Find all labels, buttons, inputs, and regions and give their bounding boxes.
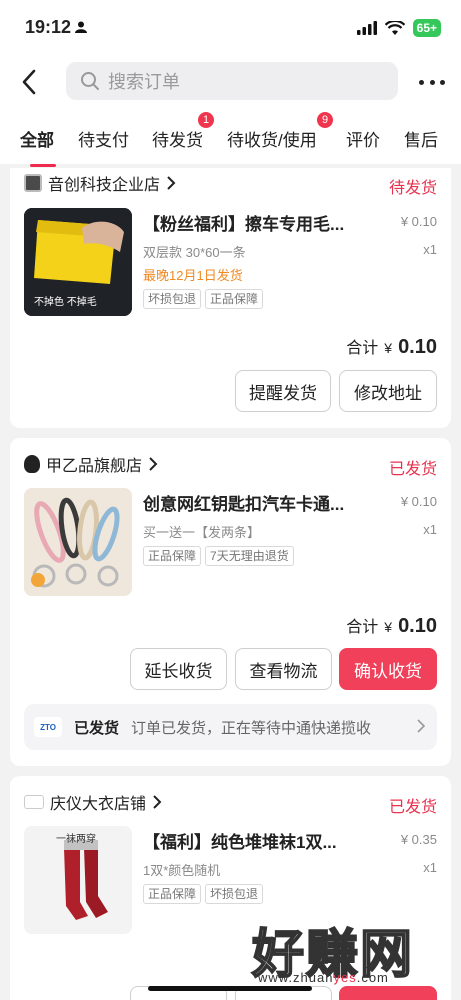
more-options-icon[interactable]: [419, 70, 445, 94]
product-quantity: x1: [423, 242, 437, 257]
chevron-right-icon: [149, 457, 158, 471]
service-tag: 坏损包退: [205, 884, 264, 904]
order-card: 甲乙品旗舰店 已发货 创意网红钥匙扣汽车卡通... ¥ 0.10 买一送一【发两…: [10, 438, 451, 766]
thumbnail-caption: 不掉色 不掉毛: [34, 297, 97, 308]
service-tags: 正品保障 7天无理由退货: [143, 546, 294, 566]
shop-name: 甲乙品旗舰店: [46, 458, 143, 475]
product-price: ¥ 0.10: [400, 494, 437, 509]
total-amount: 0.10: [398, 336, 437, 358]
product-spec: 买一送一【发两条】: [143, 525, 261, 540]
keychain-image: [24, 488, 132, 596]
service-tags: 正品保障 坏损包退: [143, 884, 264, 904]
tab-all[interactable]: 全部: [20, 126, 54, 151]
person-icon: [75, 21, 87, 33]
shop-logo: [24, 795, 44, 809]
shop-name: 音创科技企业店: [48, 177, 161, 194]
search-input[interactable]: 搜索订单: [66, 62, 398, 100]
service-tag: 正品保障: [205, 289, 264, 309]
product-spec: 1双*颜色随机: [143, 863, 221, 878]
product-thumbnail[interactable]: 一袜两穿: [24, 826, 132, 934]
watermark-url: www.zhuanyes.com: [258, 970, 389, 985]
order-tabs: 全部 待支付 待发货 1 待收货/使用 9 评价 售后: [0, 108, 461, 167]
order-card: 音创科技企业店 待发货 不掉色 不掉毛 【粉丝福利】擦车专用毛... ¥ 0.1…: [10, 168, 451, 428]
order-status: 已发货: [388, 799, 437, 816]
search-icon: [81, 72, 99, 90]
tab-badge-pending-receipt: 9: [317, 112, 333, 128]
chevron-right-icon: [153, 795, 162, 809]
view-logistics-button[interactable]: 查看物流: [235, 648, 332, 690]
status-bar: 19:12 65+: [0, 0, 461, 56]
back-arrow-icon[interactable]: [18, 68, 42, 96]
service-tag: 7天无理由退货: [205, 546, 294, 566]
logistics-banner[interactable]: ZTO 已发货 订单已发货，正在等待中通快递揽收: [24, 704, 437, 750]
chevron-right-icon: [417, 719, 425, 733]
shop-name: 庆仪大衣店铺: [50, 796, 147, 813]
service-tag: 正品保障: [143, 884, 202, 904]
battery-indicator: 65+: [412, 19, 441, 37]
shop-link[interactable]: 庆仪大衣店铺: [24, 788, 162, 816]
service-tags: 坏损包退 正品保障: [143, 289, 264, 309]
extend-receipt-button[interactable]: 延长收货: [130, 648, 227, 690]
signal-icon: [356, 21, 377, 35]
site-watermark: 好赚网 www.zhuanyes.com: [251, 912, 452, 992]
product-title[interactable]: 创意网红钥匙扣汽车卡通...: [143, 490, 344, 515]
currency-symbol: ¥: [384, 619, 393, 635]
product-thumbnail[interactable]: [24, 488, 132, 596]
order-status: 待发货: [388, 180, 437, 197]
shop-link[interactable]: 甲乙品旗舰店: [24, 450, 158, 478]
wifi-icon: [384, 21, 405, 35]
tab-pending-receipt[interactable]: 待收货/使用: [227, 126, 317, 151]
shop-logo: [24, 455, 40, 473]
tab-pending-shipment[interactable]: 待发货: [152, 126, 203, 151]
logistics-status: 已发货: [74, 719, 120, 737]
shipping-deadline: 最晚12月1日发货: [143, 268, 243, 283]
logistics-message: 订单已发货，正在等待中通快递揽收: [131, 719, 372, 737]
total-label: 合计: [346, 619, 379, 636]
chevron-right-icon: [167, 176, 176, 190]
product-title[interactable]: 【福利】纯色堆堆袜1双...: [143, 828, 337, 853]
order-total: 合计 ¥ 0.10: [346, 613, 437, 638]
tab-after-sales[interactable]: 售后: [404, 126, 438, 151]
product-spec: 双层款 30*60一条: [143, 245, 246, 260]
home-indicator: [148, 986, 312, 991]
tab-review[interactable]: 评价: [346, 126, 380, 151]
service-tag: 坏损包退: [143, 289, 202, 309]
tab-badge-pending-shipment: 1: [198, 112, 214, 128]
confirm-receipt-button[interactable]: 确认收货: [339, 648, 437, 690]
search-placeholder: 搜索订单: [108, 72, 180, 92]
service-tag: 正品保障: [143, 546, 202, 566]
shop-logo: [24, 174, 42, 192]
order-status: 已发货: [388, 461, 437, 478]
active-tab-indicator: [30, 164, 56, 167]
thumbnail-caption: 一袜两穿: [56, 834, 96, 845]
product-price: ¥ 0.35: [400, 832, 437, 847]
shop-link[interactable]: 音创科技企业店: [24, 169, 176, 197]
total-amount: 0.10: [398, 615, 437, 637]
tab-pending-payment[interactable]: 待支付: [78, 126, 129, 151]
product-thumbnail[interactable]: 不掉色 不掉毛: [24, 208, 132, 316]
modify-address-button[interactable]: 修改地址: [339, 370, 437, 412]
remind-shipment-button[interactable]: 提醒发货: [235, 370, 331, 412]
product-quantity: x1: [423, 522, 437, 537]
currency-symbol: ¥: [384, 340, 393, 356]
status-time: 19:12: [25, 17, 72, 37]
order-total: 合计 ¥ 0.10: [346, 334, 437, 359]
product-price: ¥ 0.10: [400, 214, 437, 229]
status-icons: 65+: [356, 19, 441, 37]
nav-bar: 搜索订单: [0, 56, 461, 108]
product-title[interactable]: 【粉丝福利】擦车专用毛...: [143, 210, 344, 235]
product-quantity: x1: [423, 860, 437, 875]
zto-logo: ZTO: [34, 717, 62, 737]
total-label: 合计: [346, 340, 379, 357]
